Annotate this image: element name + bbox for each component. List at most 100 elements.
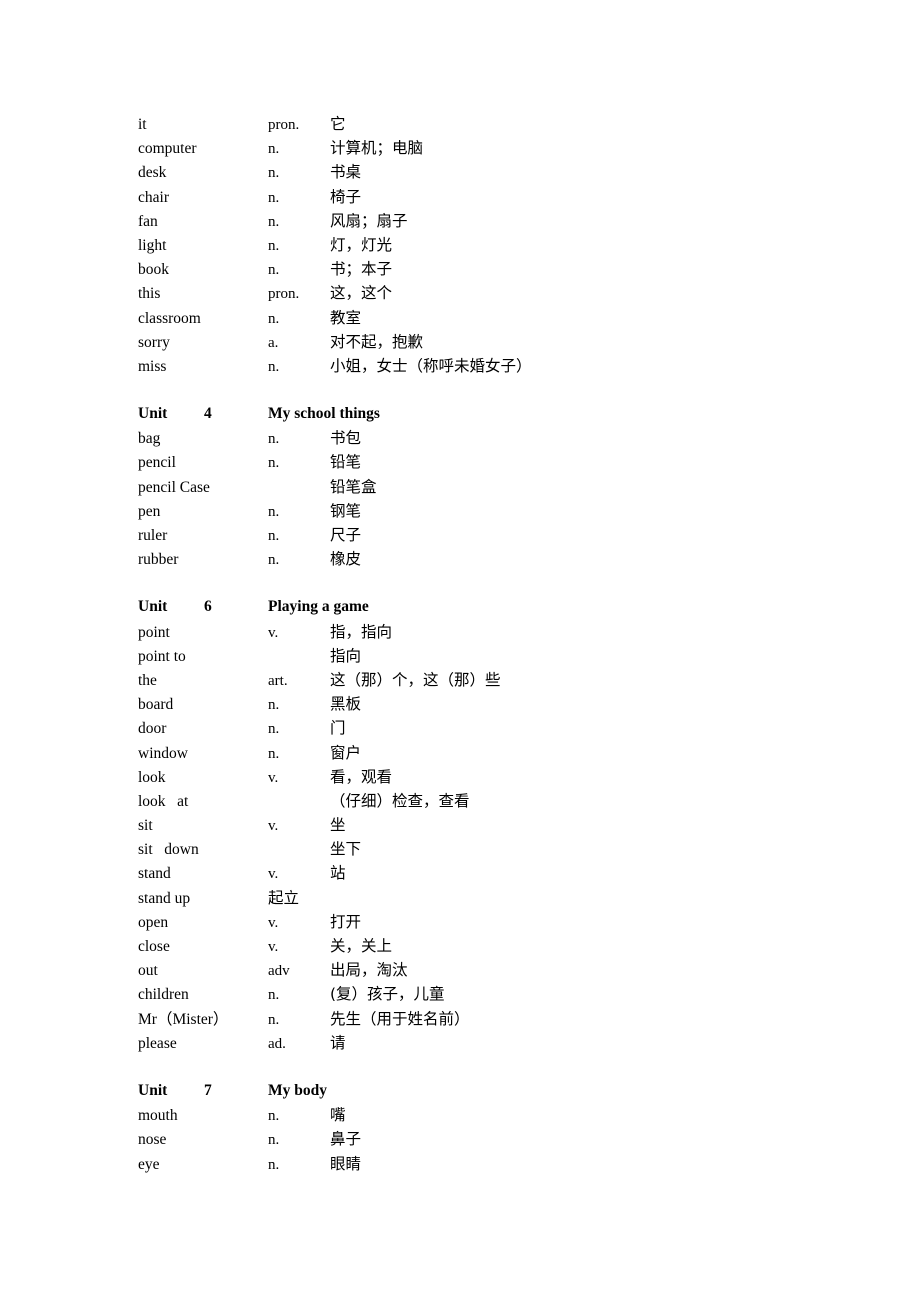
entry-part-of-speech: n. (268, 213, 280, 230)
entry-part-of-speech: n. (268, 165, 280, 182)
vocabulary-entry: chair n. 椅子 (138, 185, 778, 209)
vocabulary-entry: stand up 起立 (138, 886, 778, 910)
entry-part-of-speech: n. (268, 1108, 280, 1125)
entry-part-of-speech: ad. (268, 1035, 286, 1052)
entry-word: computer (138, 140, 197, 158)
entry-definition: 打开 (330, 912, 362, 931)
unit-title: Playing a game (268, 598, 369, 616)
vocabulary-entry: book n. 书；本子 (138, 257, 778, 281)
entry-definition: 灯，灯光 (330, 235, 393, 254)
vocabulary-entry: pencil Case 铅笔盒 (138, 475, 778, 499)
vocabulary-entry: bag n. 书包 (138, 426, 778, 450)
entry-part-of-speech: n. (268, 697, 280, 714)
entry-part-of-speech: n. (268, 431, 280, 448)
entry-definition: 先生（用于姓名前） (330, 1009, 470, 1028)
entry-word: light (138, 236, 167, 254)
entry-definition: 指，指向 (330, 622, 393, 641)
entry-part-of-speech: n. (268, 1156, 280, 1173)
entry-word: Mr（Mister） (138, 1010, 229, 1028)
entry-part-of-speech: n. (268, 358, 280, 375)
entry-definition: 关，关上 (330, 937, 393, 955)
vocabulary-entry: stand v. 站 (138, 861, 778, 885)
entry-definition: 计算机；电脑 (330, 139, 424, 158)
entry-word: chair (138, 188, 169, 206)
entry-definition: （仔细）检查，查看 (330, 791, 470, 810)
entry-definition: 站 (330, 864, 346, 883)
entry-word: pencil (138, 454, 176, 472)
unit-title: My body (268, 1081, 327, 1099)
entry-word: pen (138, 502, 161, 520)
vocabulary-entry: ruler n. 尺子 (138, 523, 778, 547)
unit-label: Unit (138, 1081, 168, 1099)
entry-word: this (138, 285, 161, 303)
entry-definition: 书；本子 (330, 260, 393, 279)
vocabulary-entry: board n. 黑板 (138, 692, 778, 716)
entry-part-of-speech: pron. (268, 286, 300, 303)
unit-title: My school things (268, 405, 380, 423)
entry-definition: 橡皮 (330, 550, 362, 569)
entry-definition: 窗户 (330, 743, 362, 762)
vocabulary-entry: Mr（Mister） n. 先生（用于姓名前） (138, 1007, 778, 1031)
entry-word: book (138, 261, 169, 279)
vocabulary-entry: sit down 坐下 (138, 837, 778, 861)
entry-part-of-speech: v. (268, 914, 279, 931)
entry-word: children (138, 986, 189, 1004)
entry-definition: 铅笔盒 (330, 477, 377, 496)
vocabulary-entry: eye n. 眼睛 (138, 1152, 778, 1176)
entry-part-of-speech: n. (268, 1011, 280, 1028)
entry-definition: 书桌 (330, 163, 362, 182)
vocabulary-entry: classroom n. 教室 (138, 306, 778, 330)
entry-definition: 坐下 (330, 840, 362, 859)
entry-word: miss (138, 357, 167, 375)
entry-word: out (138, 962, 158, 980)
entry-definition: 教室 (330, 308, 362, 327)
vocabulary-entry: door n. 门 (138, 716, 778, 740)
entry-word: look (138, 768, 166, 786)
entry-word: board (138, 696, 174, 714)
vocabulary-entry: nose n. 鼻子 (138, 1127, 778, 1151)
vocabulary-entry: it pron. 它 (138, 112, 778, 136)
entry-part-of-speech: n. (268, 745, 280, 762)
entry-word: mouth (138, 1107, 178, 1125)
entry-word: door (138, 720, 167, 738)
entry-definition: (复）孩子，儿童 (330, 985, 445, 1004)
entry-part-of-speech: n. (268, 503, 280, 520)
entry-definition: 铅笔 (330, 453, 362, 472)
vocabulary-entry: point to 指向 (138, 644, 778, 668)
vocabulary-document: it pron. 它 computer n. 计算机；电脑 desk n. 书桌 chair n. 椅… (138, 112, 778, 1176)
entry-definition: 尺子 (330, 526, 362, 544)
entry-word: ruler (138, 527, 168, 544)
entry-word: stand (138, 865, 171, 883)
entry-word: please (138, 1034, 177, 1052)
entry-part-of-speech: n. (268, 189, 280, 206)
entry-part-of-speech: n. (268, 455, 280, 472)
vocabulary-entry: sit v. 坐 (138, 813, 778, 837)
entry-part-of-speech: pron. (268, 117, 300, 133)
vocabulary-entry: close v. 关，关上 (138, 934, 778, 958)
entry-part-of-speech: n. (268, 141, 280, 158)
entry-definition: 黑板 (330, 695, 362, 714)
entry-definition: 钢笔 (330, 501, 362, 520)
entry-part-of-speech: n. (268, 1132, 280, 1149)
entry-definition: 嘴 (330, 1106, 346, 1125)
entry-word: point (138, 623, 170, 641)
entry-definition: 它 (330, 115, 346, 133)
entry-definition: 风扇；扇子 (330, 211, 408, 230)
entry-part-of-speech: v. (268, 939, 279, 955)
entry-definition: 请 (330, 1033, 346, 1052)
entry-definition: 出局，淘汰 (330, 961, 408, 980)
entry-part-of-speech: n. (268, 552, 280, 569)
entry-definition: 对不起，抱歉 (330, 332, 424, 351)
unit-number: 7 (204, 1081, 212, 1099)
vocabulary-entry: this pron. 这，这个 (138, 281, 778, 305)
entry-word: nose (138, 1131, 167, 1149)
vocabulary-entry: miss n. 小姐，女士（称呼未婚女子） (138, 354, 778, 378)
entry-word: look at (138, 792, 189, 810)
entry-part-of-speech: adv (268, 963, 290, 980)
unit-heading: Unit 7 My body (138, 1079, 778, 1103)
unit-label: Unit (138, 598, 168, 616)
vocabulary-entry: rubber n. 橡皮 (138, 547, 778, 571)
